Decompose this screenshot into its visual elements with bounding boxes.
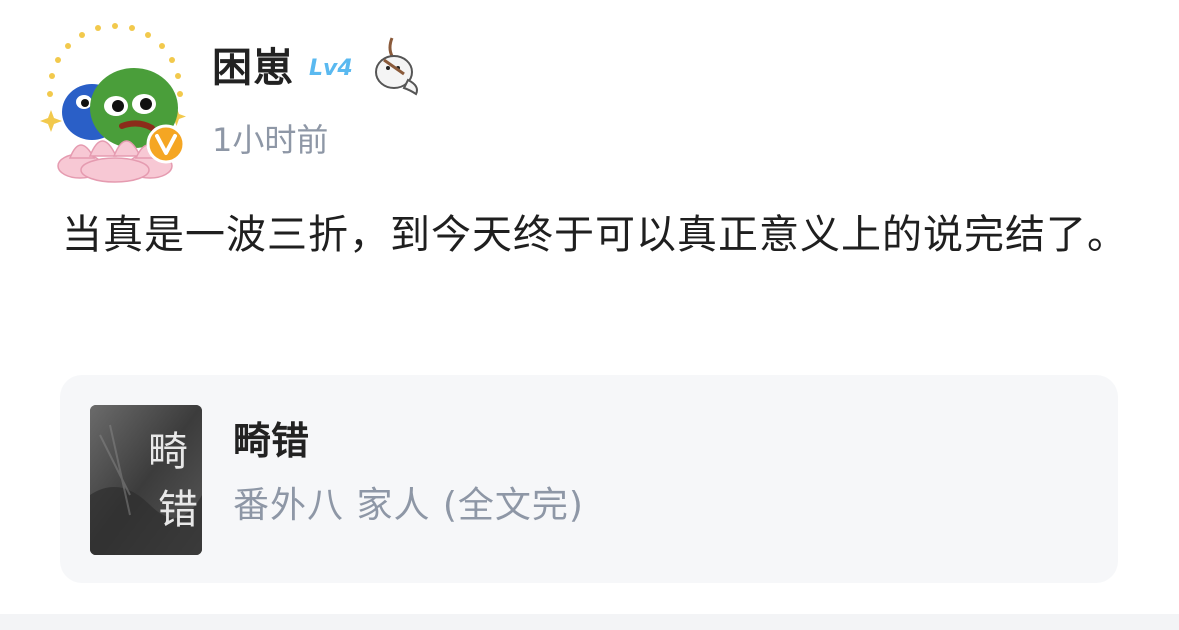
book-cover-title: 畸	[148, 429, 188, 475]
username[interactable]: 困崽	[212, 40, 294, 96]
seal-pendant-icon[interactable]	[368, 36, 424, 96]
level-badge: Lv4	[309, 56, 353, 81]
book-chapter: 番外八 家人 (全文完)	[233, 485, 584, 526]
post-timestamp: 1小时前	[212, 121, 329, 159]
frog-avatar-icon	[40, 23, 186, 183]
divider	[0, 614, 1179, 630]
avatar[interactable]	[40, 18, 190, 186]
svg-text:错: 错	[158, 487, 198, 533]
book-cover: 畸 错	[90, 405, 202, 555]
post-content: 当真是一波三折，到今天终于可以真正意义上的说完结了。	[62, 212, 1128, 258]
book-title: 畸错	[233, 419, 310, 463]
book-link-card[interactable]: 畸 错 畸错 番外八 家人 (全文完)	[60, 375, 1118, 583]
verified-v-icon	[146, 124, 186, 164]
